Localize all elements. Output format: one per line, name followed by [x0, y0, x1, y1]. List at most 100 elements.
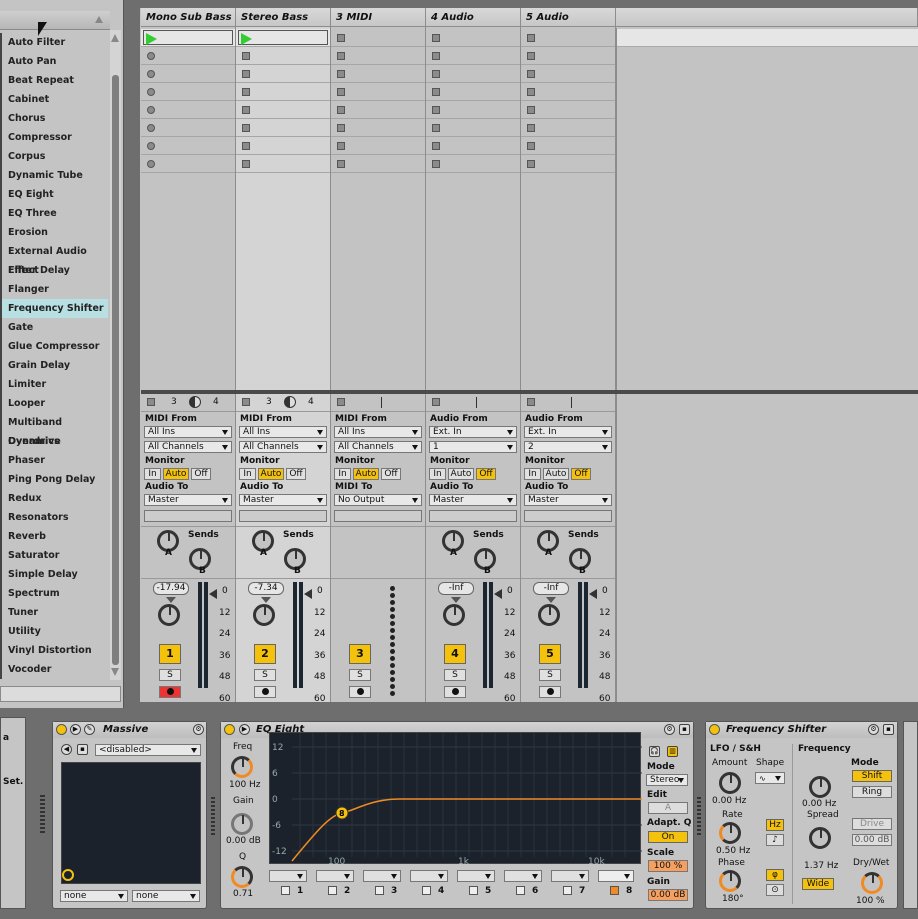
arm-button[interactable]: [444, 686, 466, 698]
device-on-icon[interactable]: [56, 724, 67, 735]
monitor-off-button[interactable]: Off: [191, 468, 211, 480]
stop-slot-icon[interactable]: [337, 88, 345, 96]
input-channel-select[interactable]: All Channels: [144, 441, 232, 453]
volume-value[interactable]: -Inf: [438, 582, 474, 595]
clip-slot[interactable]: [236, 155, 330, 173]
fshift-amount-knob[interactable]: [719, 772, 741, 794]
clip-slot[interactable]: [426, 65, 520, 83]
input-source-select[interactable]: Ext. In: [524, 426, 612, 438]
eq-band-toggle[interactable]: [328, 886, 337, 895]
stop-slot-icon[interactable]: [337, 124, 345, 132]
output-sub-select[interactable]: [239, 510, 327, 522]
clip-slot[interactable]: [236, 119, 330, 137]
clip-slot[interactable]: [521, 101, 615, 119]
clip-slot[interactable]: [236, 137, 330, 155]
stop-all-icon[interactable]: [147, 398, 155, 406]
monitor-off-button[interactable]: Off: [381, 468, 401, 480]
browser-item[interactable]: Cabinet: [0, 90, 108, 109]
headphones-icon[interactable]: 🎧: [649, 746, 660, 757]
volume-fader-icon[interactable]: [209, 589, 217, 599]
clip-slot[interactable]: [141, 101, 235, 119]
clip-slot[interactable]: [521, 137, 615, 155]
output-sub-select[interactable]: [144, 510, 232, 522]
fshift-ring-button[interactable]: Ring: [852, 786, 892, 798]
monitor-in-button[interactable]: In: [524, 468, 541, 480]
eq-filter-type-select[interactable]: [551, 870, 589, 882]
stop-slot-icon[interactable]: [432, 106, 440, 114]
output-select[interactable]: Master: [239, 494, 327, 506]
track-header[interactable]: Mono Sub Bass: [141, 8, 236, 27]
eq-filter-type-select[interactable]: [363, 870, 401, 882]
clip-slot[interactable]: [331, 155, 425, 173]
browser-item[interactable]: Glue Compressor: [0, 337, 108, 356]
fshift-spin-button[interactable]: ⊙: [766, 884, 784, 896]
stop-slot-icon[interactable]: [432, 34, 440, 42]
hot-swap-icon[interactable]: ⚙: [868, 724, 879, 735]
browser-item[interactable]: Saturator: [0, 546, 108, 565]
output-select[interactable]: Master: [144, 494, 232, 506]
spectrum-icon[interactable]: ▥: [667, 746, 678, 757]
clip-play-icon[interactable]: [241, 33, 252, 45]
clip-slot[interactable]: [331, 101, 425, 119]
stop-slot-icon[interactable]: [432, 124, 440, 132]
stop-all-icon[interactable]: [337, 398, 345, 406]
clip-slot[interactable]: [236, 101, 330, 119]
browser-item[interactable]: Erosion: [0, 223, 108, 242]
stop-slot-icon[interactable]: [242, 88, 250, 96]
eq-band-toggle[interactable]: [563, 886, 572, 895]
browser-item[interactable]: Beat Repeat: [0, 71, 108, 90]
browser-item[interactable]: Auto Filter: [0, 33, 108, 52]
browser-item[interactable]: Frequency Shifter: [0, 299, 108, 318]
monitor-in-button[interactable]: In: [239, 468, 256, 480]
clip-slot[interactable]: [236, 83, 330, 101]
fshift-shape-select[interactable]: ∿: [755, 772, 785, 784]
stop-all-icon[interactable]: [527, 398, 535, 406]
volume-value[interactable]: -7.34: [248, 582, 284, 595]
eq-edit-button[interactable]: A: [648, 802, 688, 814]
record-slot-icon[interactable]: [147, 70, 155, 78]
browser-item[interactable]: Spectrum: [0, 584, 108, 603]
clip-slot[interactable]: [426, 47, 520, 65]
output-select[interactable]: No Output: [334, 494, 422, 506]
browser-item[interactable]: Flanger: [0, 280, 108, 299]
solo-button[interactable]: S: [254, 669, 276, 681]
output-sub-select[interactable]: [524, 510, 612, 522]
volume-fader-icon[interactable]: [589, 589, 597, 599]
input-channel-select[interactable]: All Channels: [239, 441, 327, 453]
stop-slot-icon[interactable]: [242, 142, 250, 150]
browser-item[interactable]: Redux: [0, 489, 108, 508]
eq-filter-type-select[interactable]: [598, 870, 634, 882]
browser-item[interactable]: Overdrive: [0, 432, 108, 451]
stop-slot-icon[interactable]: [527, 106, 535, 114]
stop-slot-icon[interactable]: [337, 52, 345, 60]
save-icon[interactable]: ▪: [883, 724, 894, 735]
pan-knob[interactable]: [158, 604, 180, 626]
stop-slot-icon[interactable]: [242, 52, 250, 60]
pan-knob[interactable]: [443, 604, 465, 626]
scroll-down-icon[interactable]: [111, 668, 119, 676]
stop-slot-icon[interactable]: [337, 142, 345, 150]
record-slot-icon[interactable]: [147, 160, 155, 168]
clip-slot[interactable]: [141, 83, 235, 101]
clip-slot[interactable]: [236, 47, 330, 65]
clip-slot[interactable]: [521, 119, 615, 137]
stop-slot-icon[interactable]: [527, 124, 535, 132]
eq-curve-plot[interactable]: 12 6 0 -6 -12 100 1k 10k 8: [270, 733, 642, 867]
browser-item[interactable]: Ping Pong Delay: [0, 470, 108, 489]
track-header[interactable]: 4 Audio: [426, 8, 521, 27]
stop-slot-icon[interactable]: [242, 70, 250, 78]
stop-slot-icon[interactable]: [432, 52, 440, 60]
monitor-auto-button[interactable]: Auto: [543, 468, 569, 480]
browser-item[interactable]: Filter Delay: [0, 261, 108, 280]
clip-slot[interactable]: [141, 137, 235, 155]
macro-select-right[interactable]: none: [132, 890, 200, 902]
fshift-spread-knob[interactable]: [809, 827, 831, 849]
browser-item[interactable]: Simple Delay: [0, 565, 108, 584]
browser-item[interactable]: Dynamic Tube: [0, 166, 108, 185]
eq-band-toggle[interactable]: [516, 886, 525, 895]
fshift-shift-button[interactable]: Shift: [852, 770, 892, 782]
browser-item[interactable]: Resonators: [0, 508, 108, 527]
eq-filter-type-select[interactable]: [269, 870, 307, 882]
browser-search-field[interactable]: [0, 686, 121, 702]
browser-item[interactable]: Corpus: [0, 147, 108, 166]
